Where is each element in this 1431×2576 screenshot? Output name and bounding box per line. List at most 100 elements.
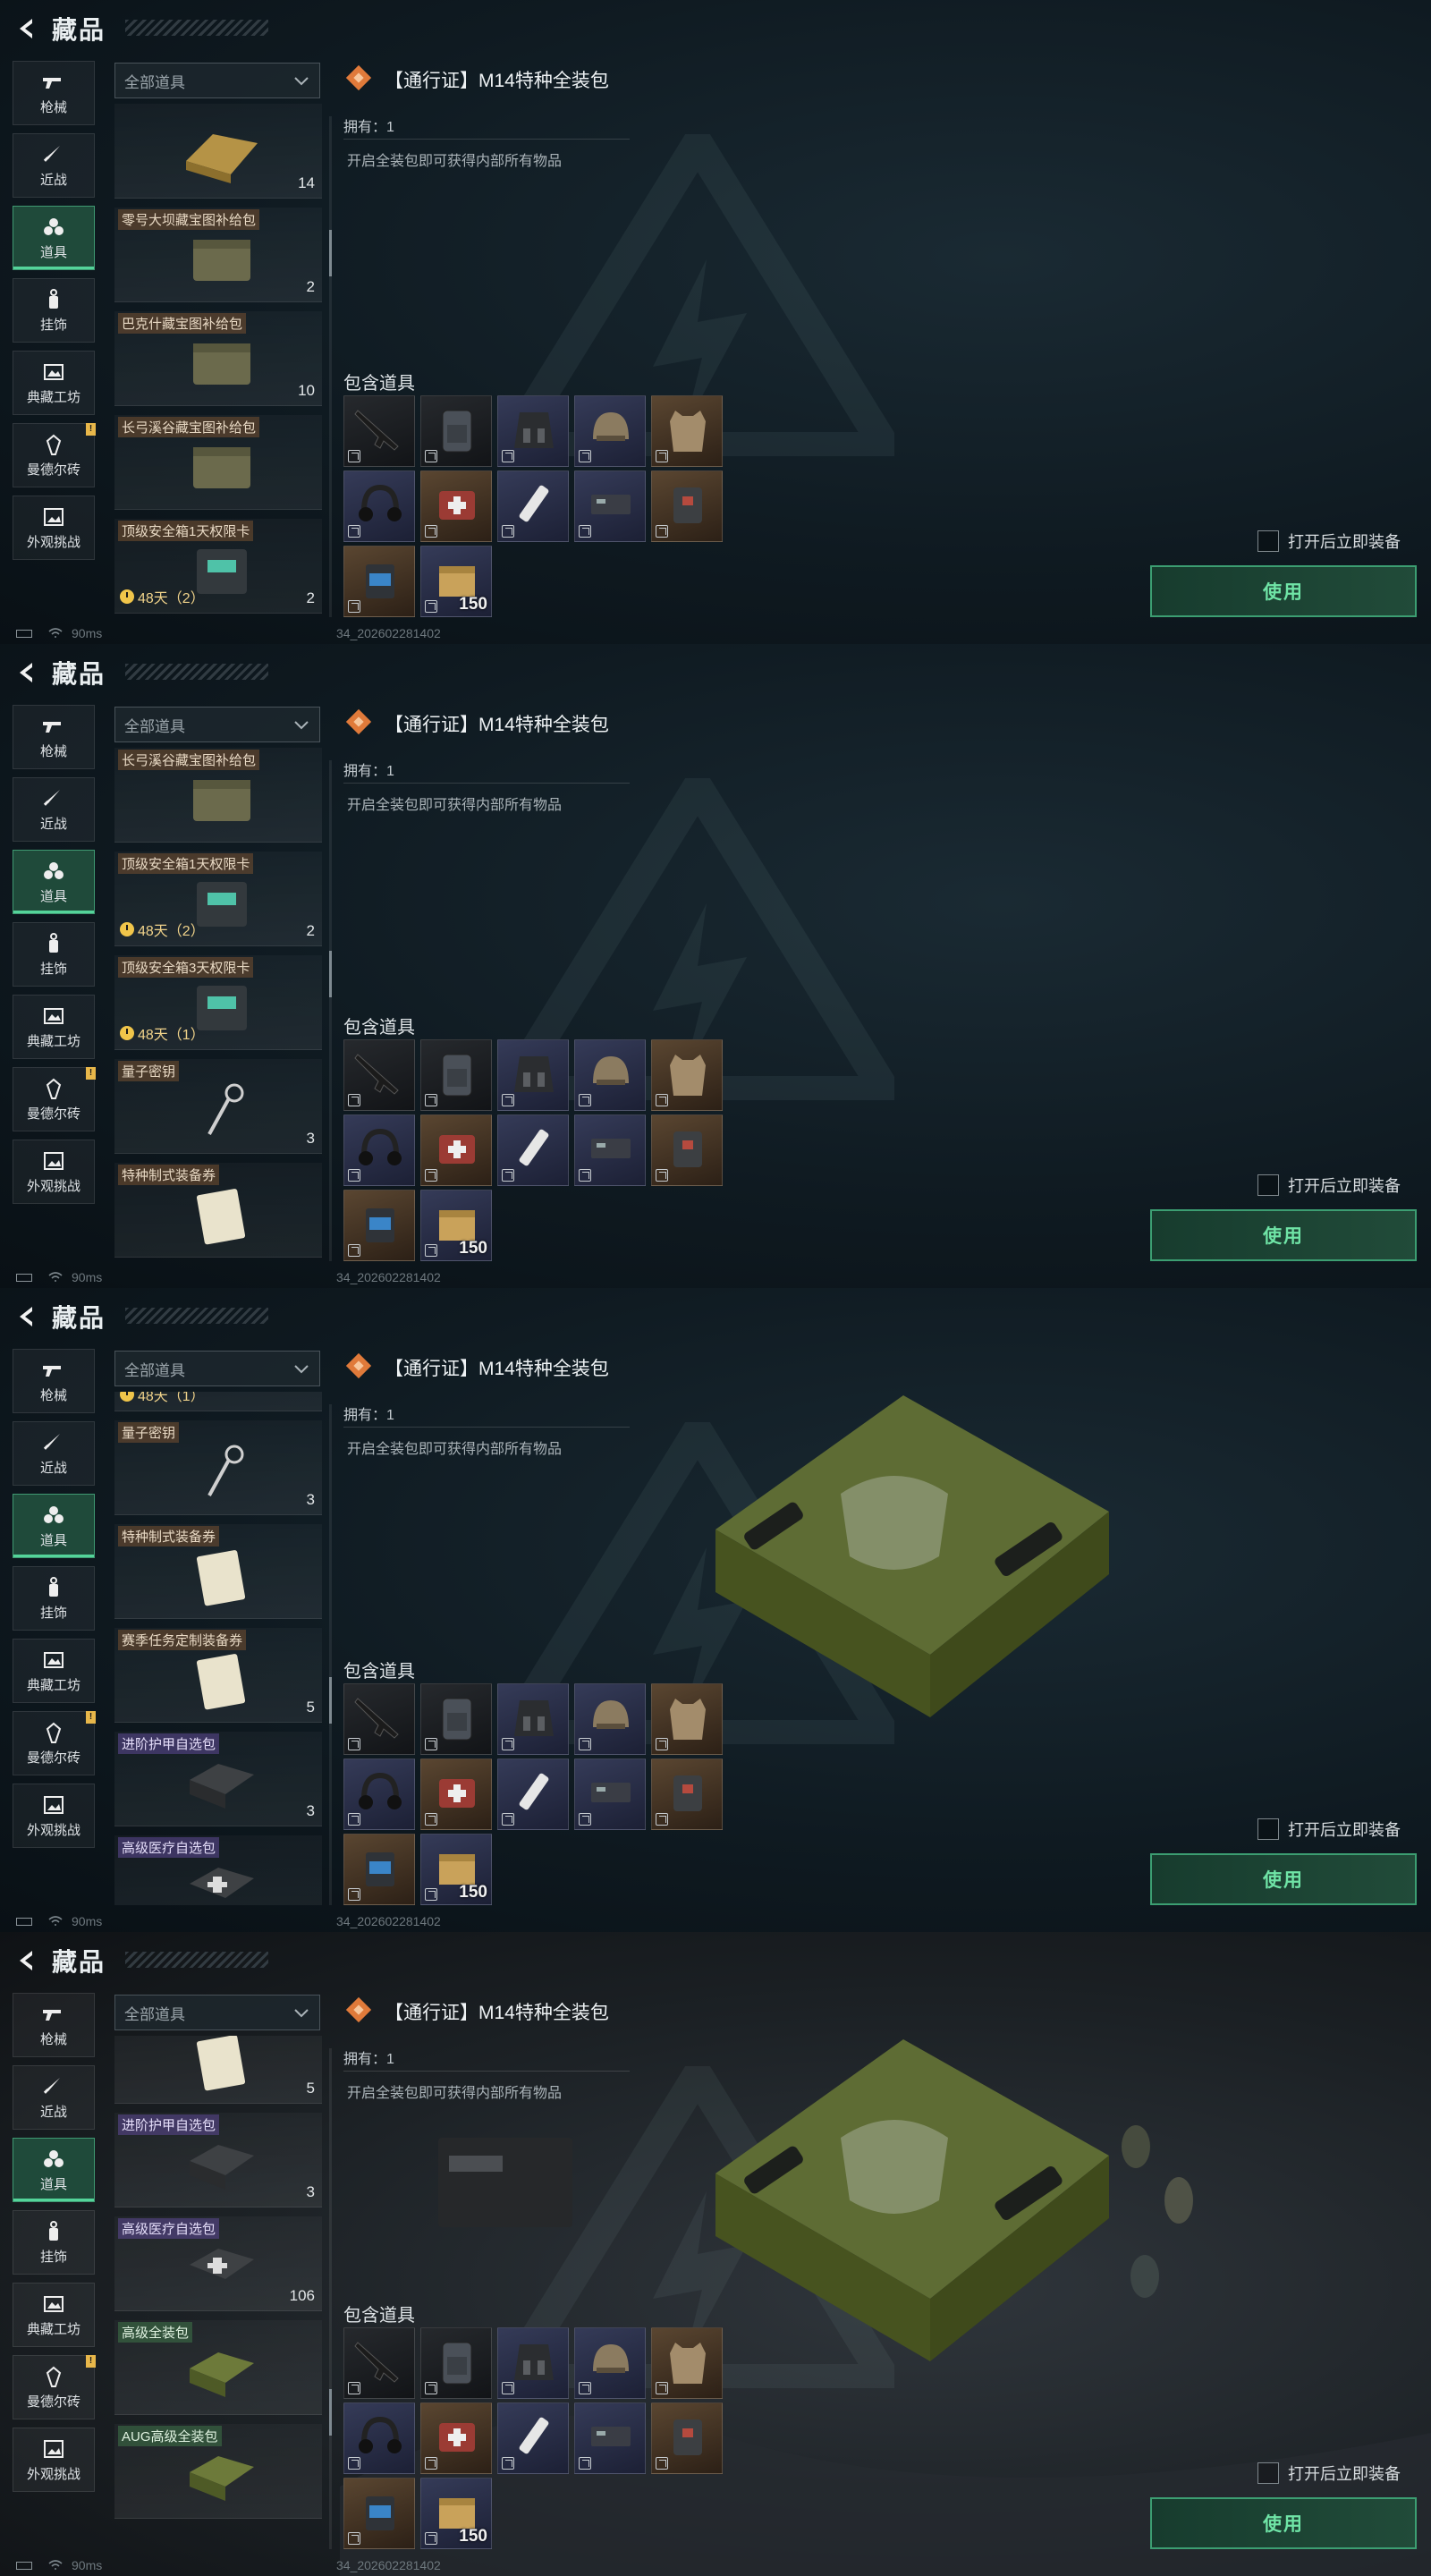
contained-item-slot[interactable]: 150 bbox=[420, 1834, 492, 1905]
sidebar-item[interactable]: 近战 bbox=[13, 1421, 95, 1486]
use-button[interactable]: 使用 bbox=[1150, 2497, 1417, 2549]
contained-item-slot[interactable]: 150 bbox=[420, 2478, 492, 2549]
sidebar-item[interactable]: 外观挑战 bbox=[13, 496, 95, 560]
contained-item-slot[interactable] bbox=[343, 1190, 415, 1261]
equip-checkbox[interactable] bbox=[1257, 2462, 1279, 2484]
equip-on-open-toggle[interactable]: 打开后立即装备 bbox=[1257, 530, 1401, 553]
item-card[interactable]: 顶级安全箱3天权限卡48天（1） bbox=[114, 955, 322, 1050]
item-filter-dropdown[interactable]: 全部道具 bbox=[114, 63, 320, 98]
sidebar-item[interactable]: 近战 bbox=[13, 133, 95, 198]
contained-item-slot[interactable] bbox=[343, 1039, 415, 1111]
sidebar-item[interactable]: 曼德尔砖! bbox=[13, 423, 96, 487]
sidebar-item[interactable]: 外观挑战 bbox=[13, 1140, 95, 1204]
contained-item-slot[interactable] bbox=[343, 2478, 415, 2549]
item-card[interactable]: 高级全装包 bbox=[114, 2319, 322, 2415]
item-card[interactable]: 14 bbox=[114, 104, 322, 199]
contained-item-slot[interactable] bbox=[420, 470, 492, 542]
item-filter-dropdown[interactable]: 全部道具 bbox=[114, 1351, 320, 1386]
sidebar-item[interactable]: 典藏工坊 bbox=[13, 2283, 95, 2347]
sidebar-item[interactable]: 典藏工坊 bbox=[13, 1639, 95, 1703]
item-card[interactable]: 顶级安全箱3天权限卡48天（1） bbox=[114, 1392, 322, 1412]
equip-checkbox[interactable] bbox=[1257, 530, 1279, 552]
item-card[interactable]: 长弓溪谷藏宝图补给包 bbox=[114, 748, 322, 843]
contained-item-slot[interactable] bbox=[574, 1039, 646, 1111]
contained-item-slot[interactable] bbox=[497, 2402, 569, 2474]
item-filter-dropdown[interactable]: 全部道具 bbox=[114, 707, 320, 742]
contained-item-slot[interactable] bbox=[651, 1683, 723, 1755]
contained-item-slot[interactable] bbox=[343, 2402, 415, 2474]
contained-item-slot[interactable] bbox=[574, 470, 646, 542]
item-card[interactable]: AUG高级全装包 bbox=[114, 2423, 322, 2519]
item-list-scrollbar[interactable] bbox=[329, 2048, 332, 2549]
item-filter-dropdown[interactable]: 全部道具 bbox=[114, 1995, 320, 2030]
use-button[interactable]: 使用 bbox=[1150, 565, 1417, 617]
contained-item-slot[interactable] bbox=[343, 1834, 415, 1905]
contained-item-slot[interactable] bbox=[651, 470, 723, 542]
item-card[interactable]: 进阶护甲自选包 3 bbox=[114, 1732, 322, 1827]
equip-on-open-toggle[interactable]: 打开后立即装备 bbox=[1257, 1174, 1401, 1197]
item-card[interactable]: 顶级安全箱1天权限卡 48天（2） 2 bbox=[114, 852, 322, 946]
back-arrow-icon[interactable] bbox=[13, 1302, 41, 1331]
use-button[interactable]: 使用 bbox=[1150, 1209, 1417, 1261]
item-card[interactable]: 特种制式装备券 bbox=[114, 1524, 322, 1620]
item-card[interactable]: 进阶护甲自选包 3 bbox=[114, 2112, 322, 2207]
contained-item-slot[interactable] bbox=[497, 1683, 569, 1755]
item-list-scrollbar[interactable] bbox=[329, 760, 332, 1261]
contained-item-slot[interactable] bbox=[343, 1758, 415, 1830]
use-button[interactable]: 使用 bbox=[1150, 1853, 1417, 1905]
scrollbar-thumb[interactable] bbox=[329, 951, 332, 998]
item-list[interactable]: 14零号大坝藏宝图补给包2巴克什藏宝图补给包10长弓溪谷藏宝图补给包顶级安全箱1… bbox=[114, 104, 326, 617]
scrollbar-thumb[interactable] bbox=[329, 2389, 332, 2436]
contained-item-slot[interactable] bbox=[574, 395, 646, 467]
contained-item-slot[interactable]: 150 bbox=[420, 546, 492, 617]
item-card[interactable]: 量子密钥 3 bbox=[114, 1059, 322, 1154]
sidebar-item[interactable]: 曼德尔砖! bbox=[13, 2355, 96, 2419]
sidebar-item[interactable]: 挂饰 bbox=[13, 922, 95, 987]
equip-checkbox[interactable] bbox=[1257, 1818, 1279, 1840]
item-card[interactable]: 高级医疗自选包106 bbox=[114, 1835, 322, 1905]
contained-item-slot[interactable] bbox=[574, 2327, 646, 2399]
item-list[interactable]: 14零号大坝藏宝图补给包2巴克什藏宝图补给包10长弓溪谷藏宝图补给包顶级安全箱1… bbox=[114, 2036, 326, 2549]
sidebar-item[interactable]: 曼德尔砖! bbox=[13, 1067, 96, 1131]
contained-item-slot[interactable] bbox=[420, 1114, 492, 1186]
contained-item-slot[interactable] bbox=[497, 1758, 569, 1830]
item-card[interactable]: 长弓溪谷藏宝图补给包 bbox=[114, 415, 322, 510]
contained-item-slot[interactable] bbox=[420, 395, 492, 467]
sidebar-item[interactable]: 挂饰 bbox=[13, 2210, 95, 2275]
contained-item-slot[interactable] bbox=[651, 1114, 723, 1186]
contained-item-slot[interactable]: 150 bbox=[420, 1190, 492, 1261]
sidebar-item[interactable]: 枪械 bbox=[13, 1349, 95, 1413]
contained-item-slot[interactable] bbox=[651, 1758, 723, 1830]
sidebar-item[interactable]: 典藏工坊 bbox=[13, 351, 95, 415]
contained-item-slot[interactable] bbox=[420, 1039, 492, 1111]
contained-item-slot[interactable] bbox=[420, 2327, 492, 2399]
contained-item-slot[interactable] bbox=[651, 1039, 723, 1111]
contained-item-slot[interactable] bbox=[343, 1683, 415, 1755]
item-list-scrollbar[interactable] bbox=[329, 116, 332, 617]
item-card[interactable]: 高级医疗自选包106 bbox=[114, 2216, 322, 2311]
contained-item-slot[interactable] bbox=[651, 395, 723, 467]
scrollbar-thumb[interactable] bbox=[329, 1676, 332, 1724]
item-list[interactable]: 14零号大坝藏宝图补给包2巴克什藏宝图补给包10长弓溪谷藏宝图补给包顶级安全箱1… bbox=[114, 1392, 326, 1905]
contained-item-slot[interactable] bbox=[497, 2327, 569, 2399]
item-card[interactable]: 零号大坝藏宝图补给包 2 bbox=[114, 208, 322, 302]
equip-on-open-toggle[interactable]: 打开后立即装备 bbox=[1257, 2462, 1401, 2485]
contained-item-slot[interactable] bbox=[574, 1683, 646, 1755]
sidebar-item[interactable]: 道具 bbox=[13, 1494, 95, 1558]
sidebar-item[interactable]: 道具 bbox=[13, 2138, 95, 2202]
contained-item-slot[interactable] bbox=[343, 546, 415, 617]
sidebar-item[interactable]: 枪械 bbox=[13, 705, 95, 769]
item-card[interactable]: 赛季任务定制装备券 5 bbox=[114, 1628, 322, 1724]
sidebar-item[interactable]: 道具 bbox=[13, 206, 95, 270]
item-card[interactable]: 巴克什藏宝图补给包 10 bbox=[114, 311, 322, 406]
contained-item-slot[interactable] bbox=[651, 2327, 723, 2399]
contained-item-slot[interactable] bbox=[420, 1758, 492, 1830]
contained-item-slot[interactable] bbox=[497, 395, 569, 467]
back-arrow-icon[interactable] bbox=[13, 14, 41, 43]
item-card[interactable]: 特种制式装备券 bbox=[114, 1163, 322, 1258]
contained-item-slot[interactable] bbox=[343, 395, 415, 467]
sidebar-item[interactable]: 道具 bbox=[13, 850, 95, 914]
contained-item-slot[interactable] bbox=[651, 2402, 723, 2474]
sidebar-item[interactable]: 枪械 bbox=[13, 61, 95, 125]
sidebar-item[interactable]: 外观挑战 bbox=[13, 2428, 95, 2492]
